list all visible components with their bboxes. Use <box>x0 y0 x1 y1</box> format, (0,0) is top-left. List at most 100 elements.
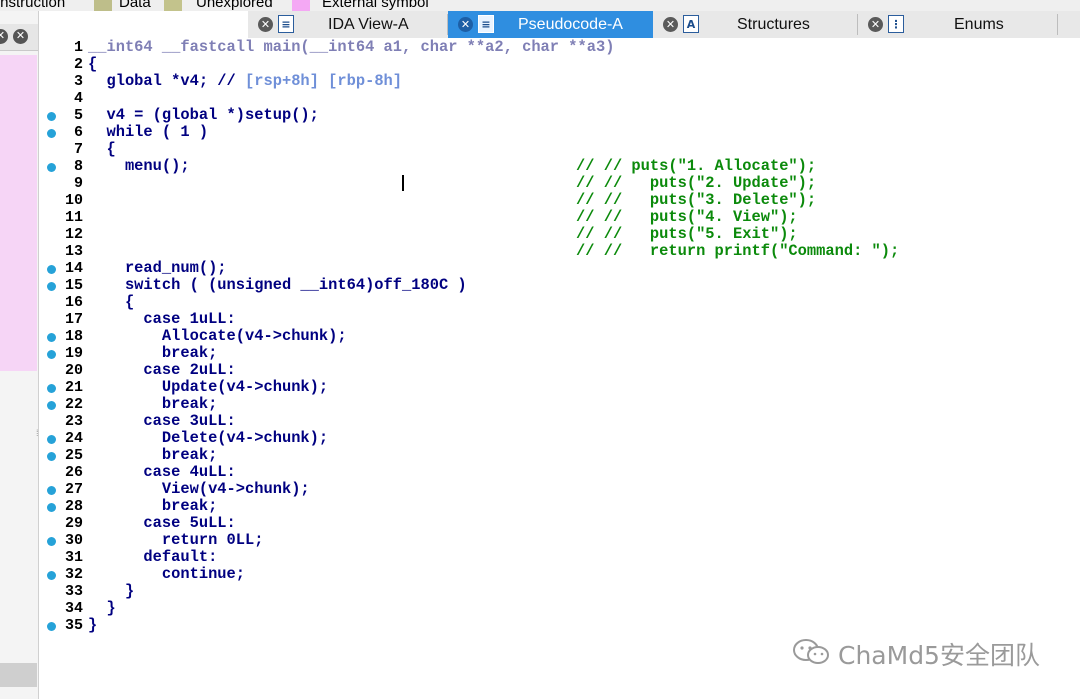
code-text: v4 = (global *)setup(); <box>88 107 318 124</box>
breakpoint-dot-icon[interactable] <box>47 265 56 274</box>
line-number: 15 <box>64 277 83 294</box>
line-number: 17 <box>64 311 83 328</box>
code-line[interactable]: 18 Allocate(v4->chunk); <box>39 328 1080 345</box>
code-line[interactable]: 32 continue; <box>39 566 1080 583</box>
code-line[interactable]: 2{ <box>39 56 1080 74</box>
close-icon[interactable]: ✕ <box>458 17 473 32</box>
code-line[interactable]: 31 default: <box>39 549 1080 567</box>
close-icon[interactable]: ✕ <box>868 17 883 32</box>
breakpoint-dot-icon[interactable] <box>47 112 56 121</box>
code-line[interactable]: 16 { <box>39 294 1080 312</box>
code-line[interactable]: 29 case 5uLL: <box>39 515 1080 533</box>
tab-pseudocode[interactable]: ✕ ≡ Pseudocode-A <box>448 11 653 38</box>
code-line[interactable]: 9 // // puts("2. Update"); <box>39 175 1080 193</box>
stack-offset-comment: [rsp+8h] [rbp-8h] <box>245 72 403 90</box>
breakpoint-dot-icon[interactable] <box>47 384 56 393</box>
breakpoint-dot-icon[interactable] <box>47 401 56 410</box>
breakpoint-dot-icon[interactable] <box>47 333 56 342</box>
left-overview-pane: ✕ ✕ <box>0 11 39 699</box>
legend-data-swatch <box>94 0 112 11</box>
close-icon[interactable]: ✕ <box>13 29 28 44</box>
code-line[interactable]: 28 break; <box>39 498 1080 515</box>
code-text: read_num(); <box>88 260 227 277</box>
line-number: 30 <box>64 532 83 549</box>
code-line[interactable]: 5 v4 = (global *)setup(); <box>39 107 1080 124</box>
line-number: 10 <box>64 192 83 209</box>
code-line[interactable]: 35} <box>39 617 1080 634</box>
tab-ida-view[interactable]: ✕ ≡ IDA View-A <box>248 11 448 38</box>
code-text: case 2uLL: <box>88 362 235 379</box>
breakpoint-dot-icon[interactable] <box>47 129 56 138</box>
code-line[interactable]: 27 View(v4->chunk); <box>39 481 1080 498</box>
code-line[interactable]: 1 __int64 __fastcall main(__int64 a1, cha… <box>39 38 1080 57</box>
breakpoint-dot-icon[interactable] <box>47 435 56 444</box>
tab-enums[interactable]: ✕ ⋮ Enums <box>858 11 1058 38</box>
code-line[interactable]: 11 // // puts("4. View"); <box>39 209 1080 227</box>
code-comment: // // puts("1. Allocate"); <box>576 157 817 175</box>
code-line[interactable]: 21 Update(v4->chunk); <box>39 379 1080 396</box>
code-text: case 3uLL: <box>88 412 236 430</box>
close-icon[interactable]: ✕ <box>0 29 8 44</box>
legend-data-label: Data <box>119 0 151 11</box>
code-line[interactable]: 19 break; <box>39 345 1080 362</box>
splitter-handle[interactable]: ⁞ <box>36 429 42 439</box>
code-text: continue; <box>88 566 245 583</box>
code-line[interactable]: 22 break; <box>39 396 1080 413</box>
legend-unexplored-swatch <box>164 0 182 11</box>
left-tab-strip: ✕ ✕ <box>0 24 38 51</box>
code-line[interactable]: 17 case 1uLL: <box>39 311 1080 329</box>
code-line[interactable]: 6 while ( 1 ) <box>39 124 1080 141</box>
breakpoint-dot-icon[interactable] <box>47 571 56 580</box>
code-line[interactable]: 15 switch ( (unsigned __int64)off_180C ) <box>39 277 1080 294</box>
code-text: } <box>88 617 97 634</box>
line-number: 7 <box>73 141 83 158</box>
code-line[interactable]: 23 case 3uLL: <box>39 412 1080 431</box>
code-line[interactable]: 10 // // puts("3. Delete"); <box>39 192 1080 210</box>
breakpoint-dot-icon[interactable] <box>47 282 56 291</box>
line-number: 14 <box>64 260 83 277</box>
code-line[interactable]: 34 } <box>39 600 1080 618</box>
line-number: 9 <box>73 175 83 192</box>
code-statement: __int64 __fastcall main(__int64 a1, char… <box>88 38 615 56</box>
code-line[interactable]: 24 Delete(v4->chunk); <box>39 430 1080 447</box>
code-line[interactable]: 4 <box>39 90 1080 107</box>
code-line[interactable]: 30 return 0LL; <box>39 532 1080 549</box>
overview-highlight <box>0 55 37 371</box>
code-line[interactable]: 3 global *v4; // [rsp+8h] [rbp-8h] <box>39 73 1080 91</box>
code-text: } <box>88 583 134 600</box>
tab-bar: ✕ ≡ IDA View-A ✕ ≡ Pseudocode-A ✕ A Stru… <box>248 11 1080 39</box>
breakpoint-dot-icon[interactable] <box>47 486 56 495</box>
line-number: 1 <box>73 39 83 56</box>
tab-structures[interactable]: ✕ A Structures <box>653 11 858 38</box>
code-line[interactable]: 12 // // puts("5. Exit"); <box>39 226 1080 244</box>
overview-scroll-region[interactable] <box>0 663 37 687</box>
structure-icon: A <box>683 15 699 33</box>
breakpoint-dot-icon[interactable] <box>47 163 56 172</box>
line-number: 5 <box>73 107 83 124</box>
pseudocode-editor[interactable]: 1 __int64 __fastcall main(__int64 a1, cha… <box>39 38 1080 699</box>
code-statement: case 3uLL: <box>88 412 236 430</box>
close-icon[interactable]: ✕ <box>258 17 273 32</box>
line-number: 2 <box>73 56 83 73</box>
breakpoint-dot-icon[interactable] <box>47 537 56 546</box>
code-line[interactable]: 25 break; <box>39 447 1080 464</box>
code-text: global *v4; // [rsp+8h] [rbp-8h] <box>88 73 402 90</box>
code-line[interactable]: 26 case 4uLL: <box>39 464 1080 482</box>
breakpoint-dot-icon[interactable] <box>47 503 56 512</box>
code-line[interactable]: 13 // // return printf("Command: "); <box>39 242 1080 261</box>
code-line[interactable]: 33 } <box>39 583 1080 601</box>
code-text: break; <box>88 447 217 464</box>
code-line[interactable]: 14 read_num(); <box>39 260 1080 277</box>
tab-label: IDA View-A <box>328 16 409 33</box>
code-comment: // // return printf("Command: "); <box>576 242 900 260</box>
line-number: 8 <box>73 158 83 175</box>
close-icon[interactable]: ✕ <box>663 17 678 32</box>
code-line[interactable]: 8 menu(); // // puts("1. Allocate"); <box>39 158 1080 175</box>
breakpoint-dot-icon[interactable] <box>47 452 56 461</box>
code-statement: switch ( (unsigned __int64)off_180C ) <box>88 276 467 294</box>
breakpoint-dot-icon[interactable] <box>47 622 56 631</box>
breakpoint-dot-icon[interactable] <box>47 350 56 359</box>
code-line[interactable]: 20 case 2uLL: <box>39 362 1080 380</box>
code-statement: View(v4->chunk); <box>88 480 310 498</box>
code-line[interactable]: 7 { <box>39 141 1080 159</box>
